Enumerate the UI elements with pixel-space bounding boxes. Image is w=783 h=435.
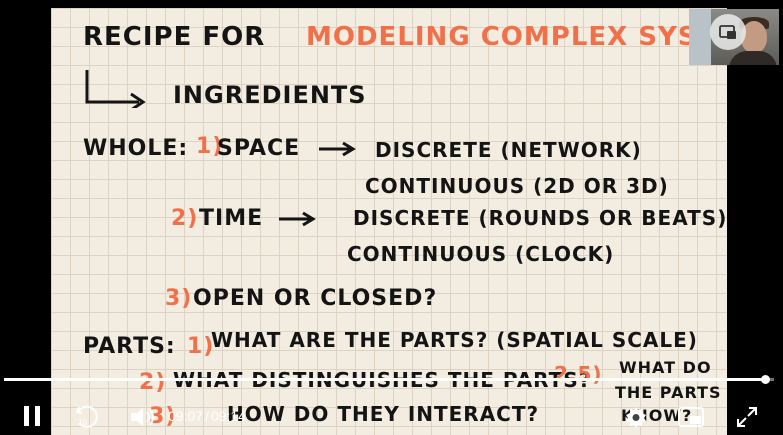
fullscreen-icon <box>737 407 757 427</box>
parts-item2-number: 2) <box>139 370 167 395</box>
time-separator: / <box>205 408 209 424</box>
lecture-slide: RECIPE FOR MODELING COMPLEX SYSTEMS INGR… <box>51 8 781 435</box>
progress-thumb[interactable] <box>760 375 770 384</box>
arrow-icon <box>319 141 356 157</box>
whole-label: WHOLE: <box>83 136 189 161</box>
whole-item3-number: 3) <box>165 286 193 311</box>
arrow-icon <box>85 70 146 108</box>
parts-item3-label: HOW DO THEY INTERACT? <box>227 402 540 426</box>
time-continuous: CONTINUOUS (CLOCK) <box>347 242 615 266</box>
current-time: 09:07 <box>168 408 204 424</box>
picture-in-picture-button[interactable] <box>676 403 706 431</box>
settings-button[interactable] <box>622 403 650 431</box>
space-continuous: CONTINUOUS (2D OR 3D) <box>365 174 669 198</box>
progress-fill <box>4 378 765 381</box>
subheading: INGREDIENTS <box>173 81 367 109</box>
volume-icon <box>131 408 154 426</box>
pause-button[interactable] <box>18 401 46 431</box>
parts-item1-label: WHAT ARE THE PARTS? (SPATIAL SCALE) <box>211 328 698 352</box>
pause-icon <box>24 406 40 426</box>
volume-button[interactable] <box>128 402 158 432</box>
arrow-icon <box>279 211 316 227</box>
presenter-shirt <box>729 51 777 65</box>
picture-in-picture-toggle[interactable] <box>710 14 746 50</box>
replay-10-button[interactable]: 10 <box>72 402 102 432</box>
time-display: 09:07 / 09:14 <box>168 408 246 424</box>
replay-seconds-label: 10 <box>78 418 87 427</box>
gear-icon <box>626 407 646 428</box>
fullscreen-button[interactable] <box>733 403 761 431</box>
whole-item2-number: 2) <box>171 206 199 231</box>
space-discrete: DISCRETE (NETWORK) <box>375 138 642 162</box>
video-player[interactable]: RECIPE FOR MODELING COMPLEX SYSTEMS INGR… <box>0 0 783 435</box>
time-discrete: DISCRETE (ROUNDS OR BEATS) <box>353 206 728 230</box>
picture-in-picture-icon <box>719 25 736 39</box>
parts-item25-line2: THE PARTS <box>615 383 722 402</box>
parts-item25-number: 2.5) <box>554 362 603 386</box>
title-prefix: RECIPE FOR <box>83 22 266 52</box>
webcam-background <box>689 9 711 65</box>
whole-item2-label: TIME <box>199 206 264 231</box>
progress-bar[interactable] <box>4 375 774 384</box>
parts-label: PARTS: <box>83 334 176 359</box>
whole-item1-label: SPACE <box>217 136 301 161</box>
picture-in-picture-icon <box>678 407 704 427</box>
duration: 09:14 <box>210 408 246 424</box>
parts-item25-line1: WHAT DO <box>619 358 712 377</box>
whole-item3-label: OPEN OR CLOSED? <box>193 286 438 311</box>
